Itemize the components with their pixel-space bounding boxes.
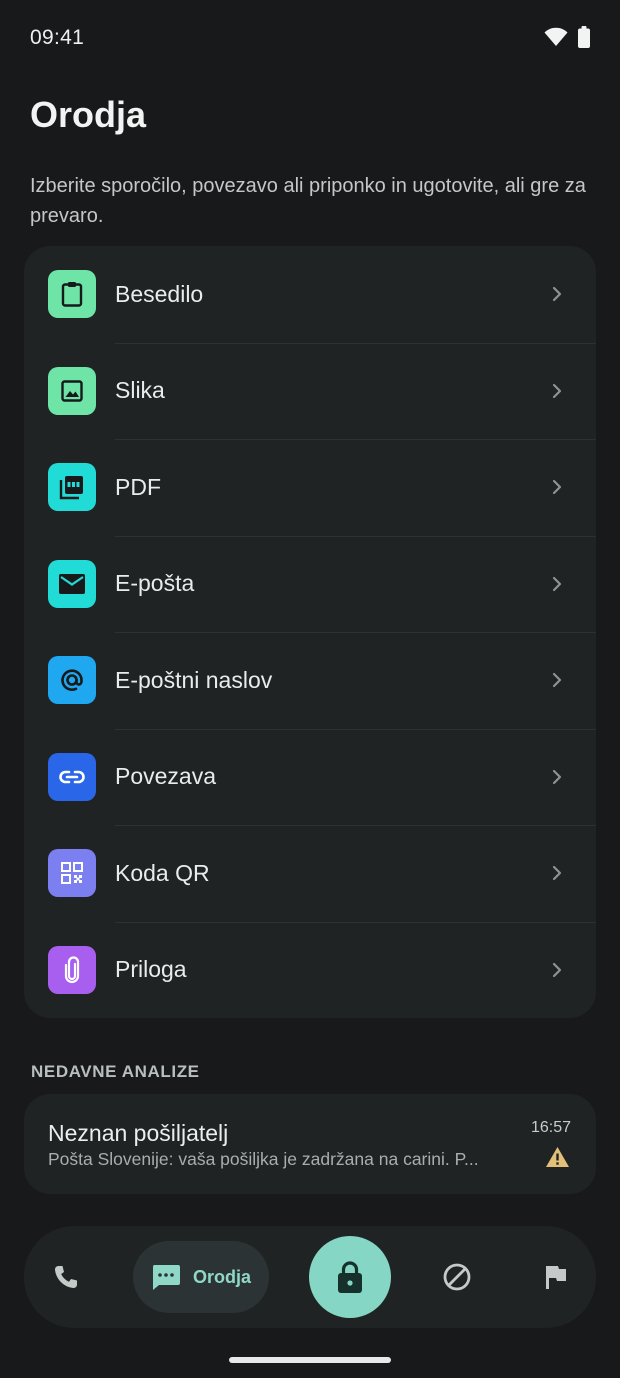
tool-item-slika[interactable]: Slika [24,342,596,440]
chevron-right-icon [552,769,562,784]
mail-icon [48,559,96,608]
nav-reports-button[interactable] [535,1226,575,1328]
recent-analysis-item[interactable]: Neznan pošiljatelj Pošta Slovenije: vaša… [24,1094,596,1194]
recent-sender: Neznan pošiljatelj [48,1120,229,1146]
tool-item-e-postni-naslov[interactable]: E-poštni naslov [24,632,596,729]
tool-item-label: E-pošta [115,570,195,597]
qr-code-icon [48,849,96,898]
tools-list: Besedilo Slika PDF E-pošta E-poštni nasl… [24,246,596,1018]
chevron-right-icon [552,383,562,398]
tool-item-besedilo[interactable]: Besedilo [24,246,596,343]
lock-icon [338,1261,362,1293]
chevron-right-icon [552,480,562,495]
pdf-icon [48,463,96,512]
tool-item-label: E-poštni naslov [115,666,273,693]
flag-icon [546,1266,566,1289]
chevron-right-icon [552,287,562,302]
tool-item-koda-qr[interactable]: Koda QR [24,825,596,922]
home-indicator[interactable] [229,1357,391,1363]
recent-section-label: NEDAVNE ANALIZE [31,1062,200,1081]
status-time: 09:41 [30,26,85,49]
bottom-nav: Orodja [24,1226,596,1328]
paperclip-icon [48,945,96,994]
tool-item-label: PDF [115,473,161,500]
nav-tools-button[interactable]: Orodja [133,1241,269,1313]
nav-calls-button[interactable] [46,1226,86,1328]
tool-item-label: Povezava [115,763,217,790]
block-icon [443,1263,471,1291]
tool-item-label: Priloga [115,956,187,983]
chevron-right-icon [552,962,562,977]
clipboard-icon [48,270,96,319]
at-sign-icon [48,656,96,705]
page-subtitle: Izberite sporočilo, povezavo ali priponk… [30,175,586,227]
nav-protection-button[interactable] [309,1236,391,1318]
nav-tools-label: Orodja [192,1266,251,1287]
tool-item-povezava[interactable]: Povezava [24,728,596,826]
page-title: Orodja [30,94,147,135]
status-bar: 09:41 [0,0,620,76]
warning-icon [546,1147,569,1167]
battery-icon [578,26,590,48]
wifi-icon [544,27,568,46]
tool-item-priloga[interactable]: Priloga [24,921,596,1019]
status-icons [544,26,590,48]
tool-item-label: Besedilo [115,280,204,307]
link-icon [48,752,96,801]
chevron-right-icon [552,673,562,688]
tool-item-label: Slika [115,377,165,404]
phone-icon [55,1266,77,1288]
tool-item-e-posta[interactable]: E-pošta [24,535,596,633]
nav-blocked-button[interactable] [437,1226,477,1328]
recent-time: 16:57 [530,1119,571,1136]
image-icon [48,366,96,415]
chevron-right-icon [552,576,562,591]
recent-preview: Pošta Slovenije: vaša pošiljka je zadrža… [48,1149,479,1169]
chevron-right-icon [552,866,562,881]
chat-icon [152,1265,180,1290]
tools-screen: 09:41 Orodja Izberite sporočilo, povezav… [0,0,620,1378]
tool-item-label: Koda QR [115,859,210,886]
tool-item-pdf[interactable]: PDF [24,439,596,536]
